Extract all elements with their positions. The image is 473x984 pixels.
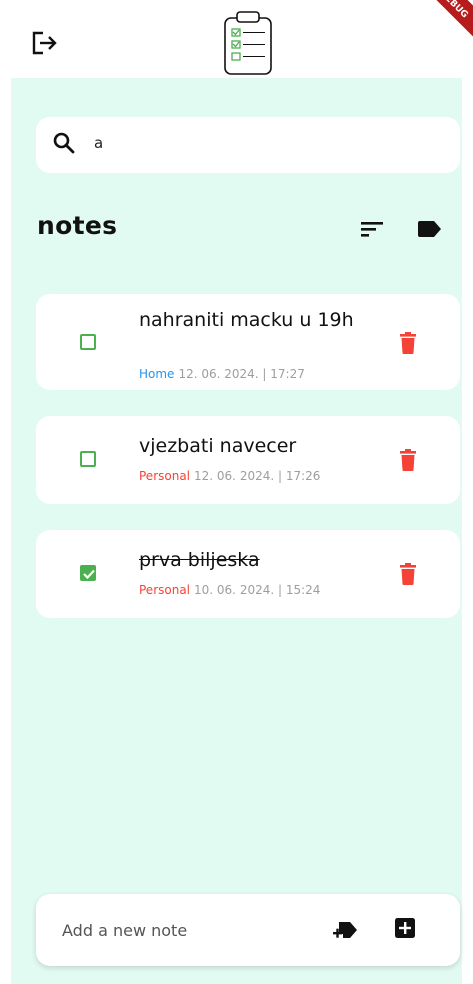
note-category: Personal	[139, 583, 191, 597]
note-item[interactable]: nahraniti macku u 19h Home 12. 06. 2024. …	[36, 294, 460, 390]
note-text: nahraniti macku u 19h	[139, 309, 354, 331]
trash-icon[interactable]	[400, 563, 416, 585]
sort-icon[interactable]	[360, 219, 384, 239]
page-title: notes	[37, 211, 118, 240]
check-icon	[83, 569, 95, 580]
note-text: prva biljeska	[139, 549, 260, 571]
note-meta: Personal 10. 06. 2024. | 15:24	[139, 583, 320, 597]
notes-page: a notes nahraniti macku u 19h Home 12. 06…	[11, 78, 462, 984]
note-checkbox-checked[interactable]	[80, 565, 96, 581]
new-note-bar	[36, 894, 460, 966]
note-date: 10. 06. 2024. | 15:24	[194, 583, 321, 597]
search-input[interactable]: a	[94, 134, 103, 152]
search-bar[interactable]: a	[36, 117, 460, 173]
label-icon[interactable]	[417, 219, 443, 239]
note-category: Personal	[139, 469, 191, 483]
note-text: vjezbati navecer	[139, 435, 297, 457]
note-checkbox[interactable]	[80, 334, 96, 350]
add-box-icon[interactable]	[394, 917, 416, 939]
note-meta: Personal 12. 06. 2024. | 17:26	[139, 469, 320, 483]
search-icon	[53, 132, 75, 154]
note-date: 12. 06. 2024. | 17:27	[178, 367, 305, 381]
debug-banner: DEBUG	[418, 0, 473, 40]
note-category: Home	[139, 367, 175, 381]
note-checkbox[interactable]	[80, 451, 96, 467]
note-date: 12. 06. 2024. | 17:26	[194, 469, 321, 483]
new-label-icon[interactable]	[333, 919, 359, 941]
new-note-input[interactable]	[60, 914, 314, 946]
checklist-clipboard-icon	[222, 10, 274, 76]
note-item[interactable]: prva biljeska Personal 10. 06. 2024. | 15…	[36, 530, 460, 618]
logout-icon[interactable]	[32, 31, 60, 55]
trash-icon[interactable]	[400, 449, 416, 471]
app-bar: DEBUG	[0, 0, 473, 78]
trash-icon[interactable]	[400, 332, 416, 354]
note-meta: Home 12. 06. 2024. | 17:27	[139, 367, 305, 381]
note-item[interactable]: vjezbati navecer Personal 12. 06. 2024. |…	[36, 416, 460, 504]
